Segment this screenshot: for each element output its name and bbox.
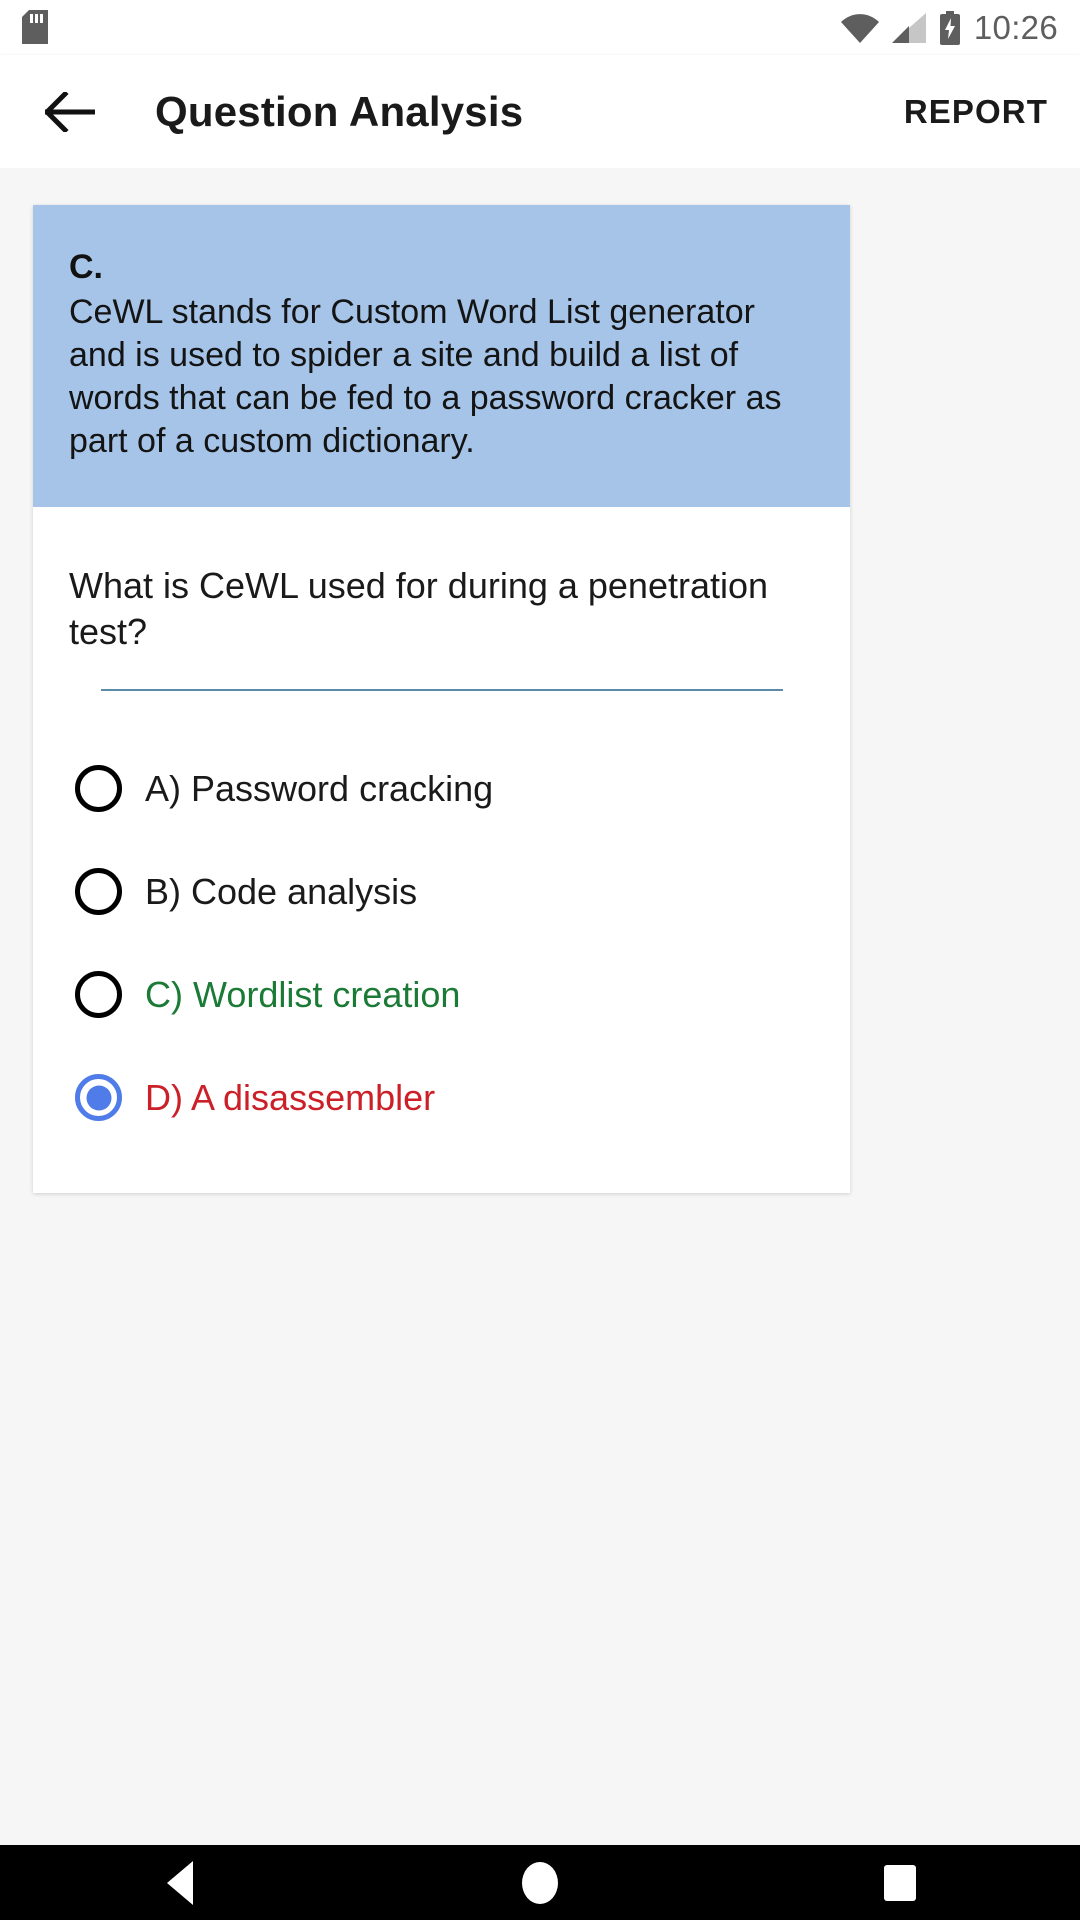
explanation-banner: C. CeWL stands for Custom Word List gene… — [33, 205, 850, 507]
back-triangle-icon — [167, 1860, 193, 1905]
question-text: What is CeWL used for during a penetrati… — [69, 565, 769, 652]
back-arrow-icon — [45, 91, 95, 132]
option-row-c[interactable]: C) Wordlist creation — [69, 943, 814, 1046]
sd-card-icon — [22, 10, 48, 44]
explanation-text: CeWL stands for Custom Word List generat… — [69, 293, 782, 460]
content-area: C. CeWL stands for Custom Word List gene… — [0, 168, 1080, 1845]
option-row-b[interactable]: B) Code analysis — [69, 840, 814, 943]
nav-recents-button[interactable] — [840, 1845, 960, 1920]
status-bar-clock: 10:26 — [973, 9, 1058, 46]
app-bar: Question Analysis REPORT — [0, 55, 1080, 168]
nav-home-button[interactable] — [480, 1845, 600, 1920]
status-bar-left-icons — [22, 10, 48, 44]
explanation-answer-letter: C. — [69, 248, 103, 286]
system-navigation-bar — [0, 1845, 1080, 1920]
nav-back-button[interactable] — [120, 1845, 240, 1920]
back-button[interactable] — [30, 55, 110, 168]
radio-button-d[interactable] — [75, 1074, 122, 1121]
wifi-icon — [840, 13, 879, 43]
radio-button-b[interactable] — [75, 868, 122, 915]
radio-button-c[interactable] — [75, 971, 122, 1018]
cellular-signal-icon — [891, 12, 926, 43]
phone-screen: 10:26 Question Analysis REPORT C. CeWL s… — [0, 0, 1080, 1920]
question-section: What is CeWL used for during a penetrati… — [33, 507, 850, 1193]
battery-charging-icon — [939, 10, 960, 45]
status-bar-right-icons: 10:26 — [840, 0, 1058, 55]
option-row-a[interactable]: A) Password cracking — [69, 737, 814, 840]
question-analysis-card: C. CeWL stands for Custom Word List gene… — [33, 205, 850, 1193]
page-title: Question Analysis — [155, 87, 524, 135]
status-bar: 10:26 — [0, 0, 1080, 55]
options-list: A) Password cracking B) Code analysis C)… — [69, 737, 814, 1149]
recents-square-icon — [884, 1864, 916, 1901]
question-divider — [101, 689, 783, 691]
option-row-d[interactable]: D) A disassembler — [69, 1046, 814, 1149]
option-label-a: A) Password cracking — [145, 767, 494, 809]
option-label-c: C) Wordlist creation — [145, 973, 461, 1015]
option-label-d: D) A disassembler — [145, 1076, 436, 1118]
report-button[interactable]: REPORT — [904, 55, 1048, 168]
home-circle-icon — [522, 1861, 558, 1904]
radio-button-a[interactable] — [75, 765, 122, 812]
option-label-b: B) Code analysis — [145, 870, 418, 912]
